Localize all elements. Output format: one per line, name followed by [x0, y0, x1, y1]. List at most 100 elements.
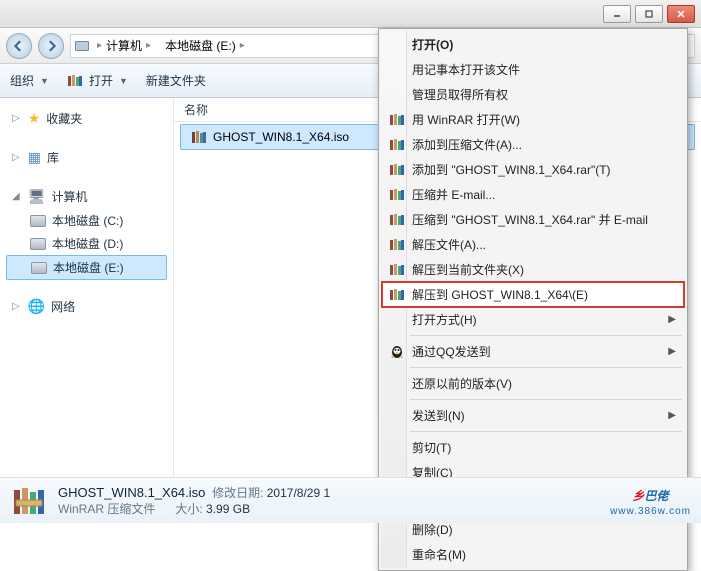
maximize-button[interactable] — [635, 5, 663, 23]
rar-file-icon — [12, 484, 46, 518]
open-button[interactable]: 打开▼ — [67, 72, 128, 89]
sidebar-drive-c[interactable]: 本地磁盘 (C:) — [0, 209, 173, 232]
ctx-label: 解压到当前文件夹(X) — [412, 261, 524, 278]
drive-label: 本地磁盘 (C:) — [52, 212, 123, 229]
books-icon — [388, 262, 406, 278]
details-pane: GHOST_WIN8.1_X64.iso 修改日期: 2017/8/29 1 W… — [0, 477, 701, 523]
drive-icon — [30, 215, 46, 227]
details-moddate: 2017/8/29 1 — [267, 486, 330, 500]
drive-label: 本地磁盘 (D:) — [52, 235, 123, 252]
ctx-label: 剪切(T) — [412, 439, 451, 456]
drive-icon — [30, 238, 46, 250]
ctx-label: 管理员取得所有权 — [412, 86, 508, 103]
books-icon — [388, 287, 406, 303]
books-icon — [388, 187, 406, 203]
submenu-arrow-icon: ▶ — [668, 346, 676, 357]
sidebar-libraries[interactable]: ▷▦库 — [0, 145, 173, 170]
crumb-computer[interactable]: ▸计算机▸ — [91, 35, 157, 57]
ctx-extract-to[interactable]: 解压到 GHOST_WIN8.1_X64\(E) — [382, 282, 684, 307]
ctx-cut[interactable]: 剪切(T) — [382, 435, 684, 460]
sidebar: ▷★收藏夹 ▷▦库 ◢🖥计算机 本地磁盘 (C:) 本地磁盘 (D:) 本地磁盘… — [0, 98, 174, 478]
sidebar-computer[interactable]: ◢🖥计算机 — [0, 184, 173, 209]
books-icon — [388, 237, 406, 253]
ctx-restore[interactable]: 还原以前的版本(V) — [382, 371, 684, 396]
details-size: 3.99 GB — [206, 502, 250, 516]
details-filetype: WinRAR 压缩文件 — [58, 502, 155, 516]
ctx-label: 用 WinRAR 打开(W) — [412, 111, 520, 128]
back-button[interactable] — [6, 33, 32, 59]
ctx-rename[interactable]: 重命名(M) — [382, 542, 684, 567]
qq-icon — [388, 344, 406, 360]
sidebar-drive-d[interactable]: 本地磁盘 (D:) — [0, 232, 173, 255]
ctx-label: 删除(D) — [412, 521, 453, 538]
sidebar-drive-e[interactable]: 本地磁盘 (E:) — [6, 255, 167, 280]
computer-label: 计算机 — [51, 188, 87, 205]
sidebar-favorites[interactable]: ▷★收藏夹 — [0, 106, 173, 131]
ctx-add-rar[interactable]: 添加到 "GHOST_WIN8.1_X64.rar"(T) — [382, 157, 684, 182]
ctx-qq-send[interactable]: 通过QQ发送到 ▶ — [382, 339, 684, 364]
ctx-extract[interactable]: 解压文件(A)... — [382, 232, 684, 257]
ctx-open-with[interactable]: 打开方式(H) ▶ — [382, 307, 684, 332]
watermark-brand-rest: 巴佬 — [645, 489, 669, 503]
details-sizelabel: 大小: — [175, 502, 202, 516]
ctx-label: 压缩到 "GHOST_WIN8.1_X64.rar" 并 E-mail — [412, 211, 648, 228]
forward-button[interactable] — [38, 33, 64, 59]
ctx-label: 用记事本打开该文件 — [412, 61, 520, 78]
network-icon: 🌐 — [28, 298, 45, 315]
ctx-label: 解压到 GHOST_WIN8.1_X64\(E) — [412, 286, 588, 303]
ctx-label: 解压文件(A)... — [412, 236, 486, 253]
new-folder-label: 新建文件夹 — [146, 72, 206, 89]
ctx-label: 压缩并 E-mail... — [412, 186, 495, 203]
details-filename: GHOST_WIN8.1_X64.iso — [58, 485, 205, 500]
books-icon — [388, 112, 406, 128]
new-folder-button[interactable]: 新建文件夹 — [146, 72, 206, 89]
submenu-arrow-icon: ▶ — [668, 314, 676, 325]
ctx-winrar-open[interactable]: 用 WinRAR 打开(W) — [382, 107, 684, 132]
crumb-drive[interactable]: 本地磁盘 (E:)▸ — [159, 35, 251, 57]
books-icon — [388, 137, 406, 153]
favorites-label: 收藏夹 — [46, 110, 82, 127]
ctx-zip-email[interactable]: 压缩并 E-mail... — [382, 182, 684, 207]
drive-label: 本地磁盘 (E:) — [53, 259, 124, 276]
details-text: GHOST_WIN8.1_X64.iso 修改日期: 2017/8/29 1 W… — [58, 485, 330, 517]
ctx-notepad[interactable]: 用记事本打开该文件 — [382, 57, 684, 82]
close-button[interactable] — [667, 5, 695, 23]
details-modlabel: 修改日期: — [212, 486, 263, 500]
ctx-open-label: 打开(O) — [412, 36, 453, 53]
ctx-extract-here[interactable]: 解压到当前文件夹(X) — [382, 257, 684, 282]
rar-file-icon — [191, 129, 207, 145]
separator — [410, 335, 682, 336]
ctx-label: 发送到(N) — [412, 407, 465, 424]
ctx-label: 打开方式(H) — [412, 311, 477, 328]
organize-label: 组织 — [10, 72, 34, 89]
organize-button[interactable]: 组织▼ — [10, 72, 49, 89]
ctx-label: 还原以前的版本(V) — [412, 375, 512, 392]
drive-icon — [31, 262, 47, 274]
books-icon — [388, 212, 406, 228]
separator — [410, 431, 682, 432]
star-icon: ★ — [28, 110, 41, 127]
ctx-label: 添加到 "GHOST_WIN8.1_X64.rar"(T) — [412, 161, 611, 178]
open-label: 打开 — [89, 72, 113, 89]
col-name-label: 名称 — [184, 101, 208, 118]
network-label: 网络 — [51, 298, 75, 315]
separator — [410, 367, 682, 368]
separator — [410, 399, 682, 400]
books-icon — [388, 162, 406, 178]
crumb-label: 本地磁盘 (E:) — [165, 37, 236, 54]
ctx-zip-rar-email[interactable]: 压缩到 "GHOST_WIN8.1_X64.rar" 并 E-mail — [382, 207, 684, 232]
window-titlebar — [0, 0, 701, 28]
ctx-admin[interactable]: 管理员取得所有权 — [382, 82, 684, 107]
submenu-arrow-icon: ▶ — [668, 410, 676, 421]
minimize-button[interactable] — [603, 5, 631, 23]
crumb-label: 计算机 — [106, 37, 142, 54]
ctx-label: 通过QQ发送到 — [412, 343, 491, 360]
ctx-send-to[interactable]: 发送到(N) ▶ — [382, 403, 684, 428]
file-name: GHOST_WIN8.1_X64.iso — [213, 130, 349, 144]
ctx-label: 重命名(M) — [412, 546, 466, 563]
ctx-add-archive[interactable]: 添加到压缩文件(A)... — [382, 132, 684, 157]
drive-icon — [75, 41, 89, 51]
sidebar-network[interactable]: ▷🌐网络 — [0, 294, 173, 319]
ctx-open[interactable]: 打开(O) — [382, 32, 684, 57]
watermark: 乡巴佬 www.386w.com — [610, 483, 691, 517]
